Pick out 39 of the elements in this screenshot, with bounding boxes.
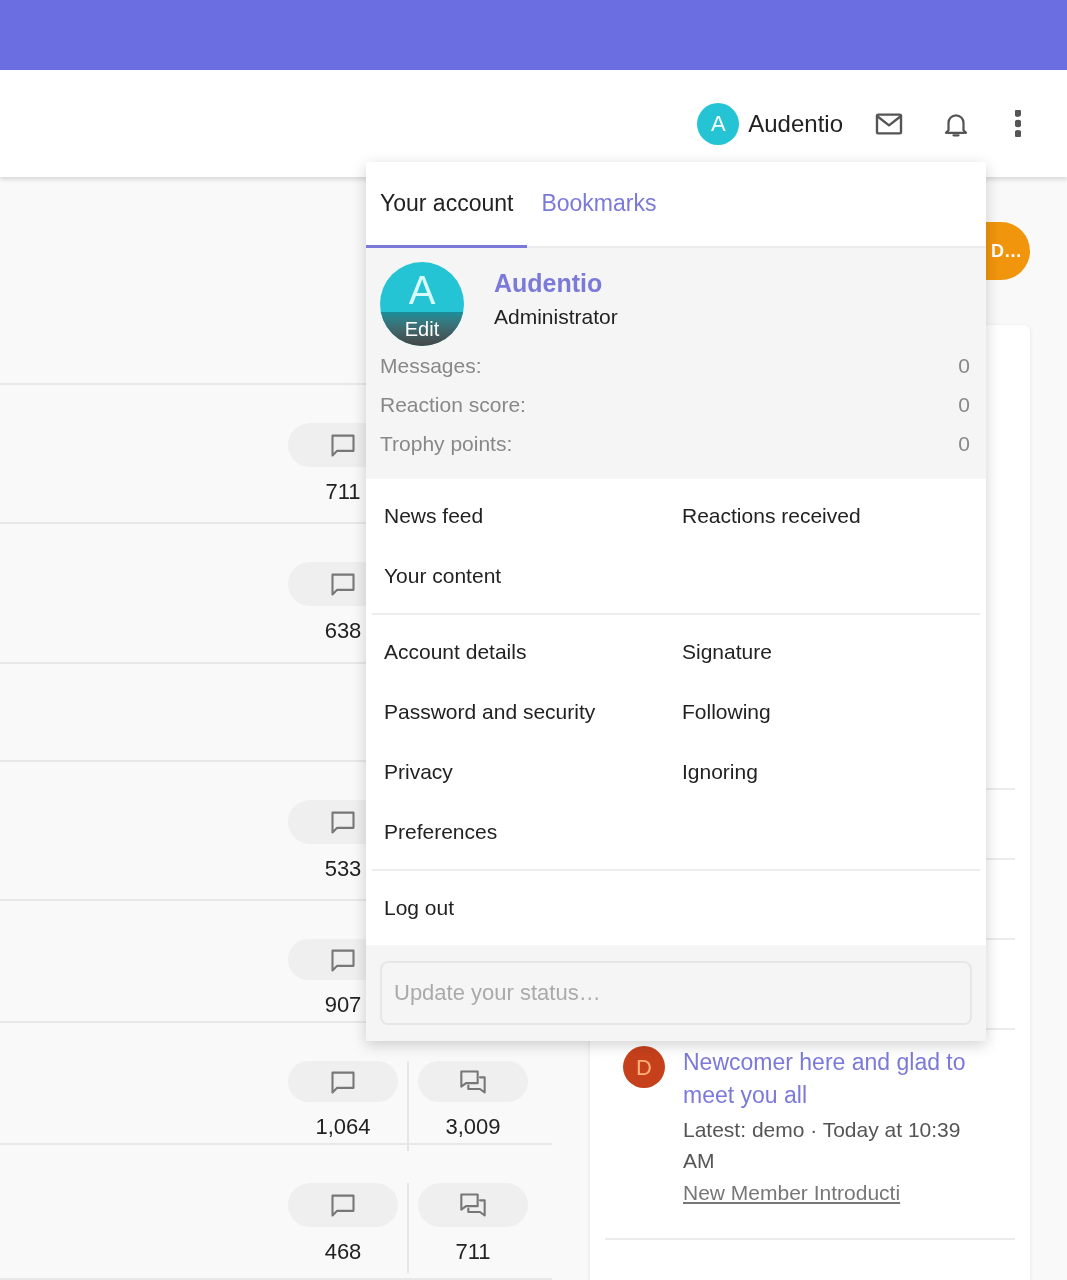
menu-link[interactable]: Password and security <box>384 682 682 742</box>
stat-value: 0 <box>958 352 970 379</box>
post-meta-text: Latest: demo · Today at 10:39 AM <box>683 1117 962 1174</box>
user-menu-button[interactable]: A Audentio <box>697 102 843 145</box>
stat-value: 0 <box>958 391 970 418</box>
user-avatar: A <box>697 102 740 145</box>
stat-count: 533 <box>324 855 362 883</box>
menu-link[interactable]: News feed <box>384 486 682 546</box>
menu-link[interactable]: Log out <box>384 878 682 938</box>
avatar-edit-button[interactable]: A Edit <box>380 262 464 346</box>
stat-count: 907 <box>324 991 362 1019</box>
stat-label: Reaction score: <box>380 391 526 418</box>
thread-title-link[interactable]: Newcomer here and glad to meet you all <box>683 1046 993 1112</box>
menu-tab[interactable]: Bookmarks <box>527 162 671 248</box>
stat-label: Trophy points: <box>380 430 513 457</box>
chat-bubbles-icon <box>459 1067 487 1096</box>
stat-count: 711 <box>455 1238 491 1266</box>
stat-label: Messages: <box>380 352 482 379</box>
menu-link[interactable]: Account details <box>384 622 682 682</box>
menu-link[interactable]: Ignoring <box>682 742 980 802</box>
stat-count: 1,064 <box>315 1113 371 1141</box>
user-role: Administrator <box>494 304 618 330</box>
stat-count: 638 <box>324 617 362 645</box>
stat-value: 0 <box>958 430 970 457</box>
status-input-field[interactable]: Update your status… <box>380 961 972 1025</box>
user-avatar: D <box>623 1046 665 1088</box>
menu-link[interactable]: Your content <box>384 546 682 606</box>
menu-link[interactable]: Signature <box>682 622 980 682</box>
chat-bubbles-icon <box>459 1191 487 1219</box>
menu-link[interactable]: Preferences <box>384 802 682 862</box>
stat-count: 468 <box>324 1238 362 1266</box>
menu-link[interactable]: Following <box>682 682 980 742</box>
forum-link[interactable]: New Member Introducti <box>683 1176 901 1209</box>
more-options-icon <box>1015 110 1021 137</box>
more-menu-button[interactable] <box>1015 110 1021 137</box>
stat-count: 711 <box>325 478 361 506</box>
stat-count: 3,009 <box>445 1113 501 1141</box>
menu-link[interactable]: Privacy <box>384 742 682 802</box>
menu-link[interactable]: Reactions received <box>682 486 980 546</box>
